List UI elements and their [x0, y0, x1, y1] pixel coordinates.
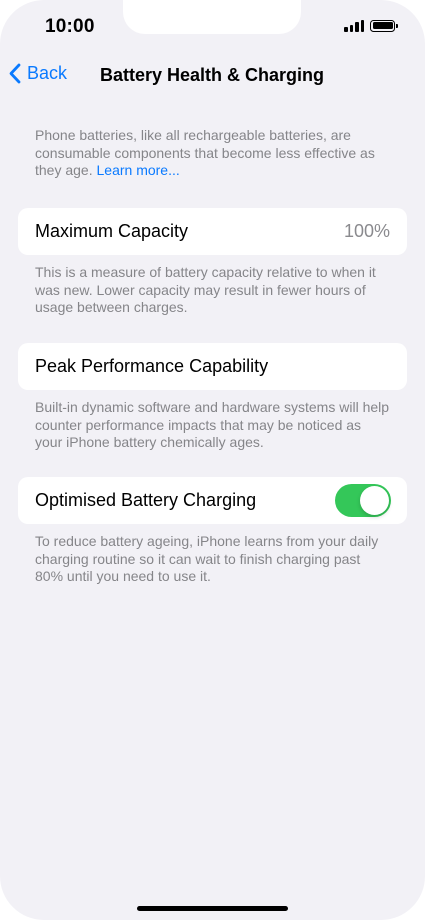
maximum-capacity-footer: This is a measure of battery capacity re…	[35, 264, 376, 315]
maximum-capacity-row: Maximum Capacity 100%	[18, 208, 407, 255]
status-icons	[344, 19, 398, 32]
optimised-charging-row: Optimised Battery Charging	[18, 477, 407, 524]
intro-description: Phone batteries, like all rechargeable b…	[35, 127, 390, 180]
cellular-signal-icon	[344, 19, 364, 32]
maximum-capacity-label: Maximum Capacity	[35, 221, 189, 241]
maximum-capacity-value: 100%	[343, 221, 390, 241]
peak-performance-footer: Built-in dynamic software and hardware s…	[35, 399, 390, 450]
peak-performance-label: Peak Performance Capability	[35, 356, 269, 376]
learn-more-link[interactable]: Learn more...	[97, 162, 180, 178]
peak-performance-row: Peak Performance Capability	[18, 343, 407, 390]
home-indicator[interactable]	[137, 906, 288, 911]
intro-text: Phone batteries, like all rechargeable b…	[35, 127, 375, 178]
back-button[interactable]: Back	[8, 63, 67, 84]
back-button-label: Back	[27, 63, 68, 83]
toggle-knob	[360, 486, 389, 515]
navigation-bar: Back Battery Health & Charging	[0, 56, 425, 96]
status-time: 10:00	[45, 16, 95, 37]
page-title: Battery Health & Charging	[100, 65, 325, 85]
phone-screen: 10:00 Back Battery Health & Charging Pho…	[0, 0, 425, 920]
optimised-charging-toggle[interactable]	[335, 484, 391, 517]
optimised-charging-footer: To reduce battery ageing, iPhone learns …	[35, 533, 379, 584]
optimised-charging-label: Optimised Battery Charging	[35, 490, 257, 510]
chevron-left-icon	[9, 63, 21, 84]
battery-icon	[370, 19, 398, 32]
notch	[123, 0, 301, 34]
